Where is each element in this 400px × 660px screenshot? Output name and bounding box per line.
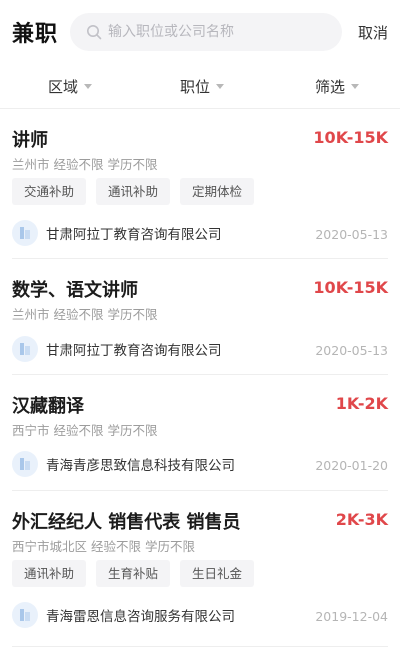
filter-position[interactable]: 职位: [180, 76, 225, 97]
benefit-tag: 交通补助: [12, 178, 87, 205]
benefit-tag: 通讯补助: [96, 178, 171, 205]
company-name: 青海青彦思致信息科技有限公司: [46, 458, 235, 474]
benefit-tags: 交通补助 通讯补助 定期体检: [12, 178, 255, 205]
company-name: 甘肃阿拉丁教育咨询有限公司: [46, 343, 222, 359]
company-row[interactable]: 甘肃阿拉丁教育咨询有限公司: [12, 220, 222, 246]
company-row[interactable]: 青海青彦思致信息科技有限公司: [12, 451, 235, 477]
caret-down-icon: [84, 84, 93, 89]
benefit-tag: 通讯补助: [12, 560, 87, 587]
job-card[interactable]: 数学、语文讲师 10K-15K 兰州市 经验不限 学历不限 甘肃阿拉丁教育咨询有…: [0, 276, 400, 372]
divider: [0, 108, 400, 109]
divider: [12, 490, 388, 491]
benefit-tag: 定期体检: [180, 178, 255, 205]
job-title: 汉藏翻译: [12, 396, 84, 417]
company-row[interactable]: 甘肃阿拉丁教育咨询有限公司: [12, 336, 222, 362]
header: 兼职 取消: [0, 0, 400, 64]
filter-area-label: 区域: [48, 78, 79, 96]
post-date: 2020-05-13: [315, 343, 388, 358]
search-bar[interactable]: [70, 13, 342, 51]
job-card[interactable]: 汉藏翻译 1K-2K 西宁市 经验不限 学历不限 青海青彦思致信息科技有限公司 …: [0, 392, 400, 488]
job-meta: 西宁市 经验不限 学历不限: [12, 423, 158, 438]
divider: [12, 374, 388, 375]
job-card[interactable]: 外汇经纪人 销售代表 销售员 2K-3K 西宁市城北区 经验不限 学历不限 通讯…: [0, 508, 400, 638]
filter-position-label: 职位: [180, 78, 211, 96]
filter-screen[interactable]: 筛选: [315, 76, 360, 97]
job-card[interactable]: 讲师 10K-15K 兰州市 经验不限 学历不限 交通补助 通讯补助 定期体检 …: [0, 126, 400, 256]
search-icon: [87, 25, 102, 40]
job-title: 数学、语文讲师: [12, 280, 138, 301]
company-row[interactable]: 青海雷恩信息咨询服务有限公司: [12, 602, 235, 628]
company-logo-icon: [12, 336, 38, 362]
post-date: 2020-05-13: [315, 227, 388, 242]
filter-area[interactable]: 区域: [48, 76, 93, 97]
salary: 10K-15K: [313, 278, 388, 297]
divider: [12, 646, 388, 647]
job-meta: 兰州市 经验不限 学历不限: [12, 307, 158, 322]
job-title: 讲师: [12, 130, 48, 151]
job-title: 外汇经纪人 销售代表 销售员: [12, 512, 241, 533]
salary: 1K-2K: [335, 394, 388, 413]
caret-down-icon: [351, 84, 360, 89]
benefit-tags: 通讯补助 生育补贴 生日礼金: [12, 560, 255, 587]
post-date: 2019-12-04: [315, 609, 388, 624]
job-meta: 兰州市 经验不限 学历不限: [12, 157, 158, 172]
company-logo-icon: [12, 451, 38, 477]
benefit-tag: 生育补贴: [96, 560, 171, 587]
caret-down-icon: [216, 84, 225, 89]
page-title: 兼职: [12, 22, 59, 47]
company-name: 青海雷恩信息咨询服务有限公司: [46, 609, 235, 625]
company-logo-icon: [12, 220, 38, 246]
company-logo-icon: [12, 602, 38, 628]
post-date: 2020-01-20: [315, 458, 388, 473]
benefit-tag: 生日礼金: [180, 560, 255, 587]
company-name: 甘肃阿拉丁教育咨询有限公司: [46, 227, 222, 243]
salary: 2K-3K: [335, 510, 388, 529]
salary: 10K-15K: [313, 128, 388, 147]
search-input[interactable]: [108, 13, 333, 51]
divider: [12, 258, 388, 259]
job-meta: 西宁市城北区 经验不限 学历不限: [12, 539, 195, 554]
cancel-button[interactable]: 取消: [358, 22, 388, 43]
filter-screen-label: 筛选: [315, 78, 346, 96]
filter-bar: 区域 职位 筛选: [0, 66, 400, 108]
